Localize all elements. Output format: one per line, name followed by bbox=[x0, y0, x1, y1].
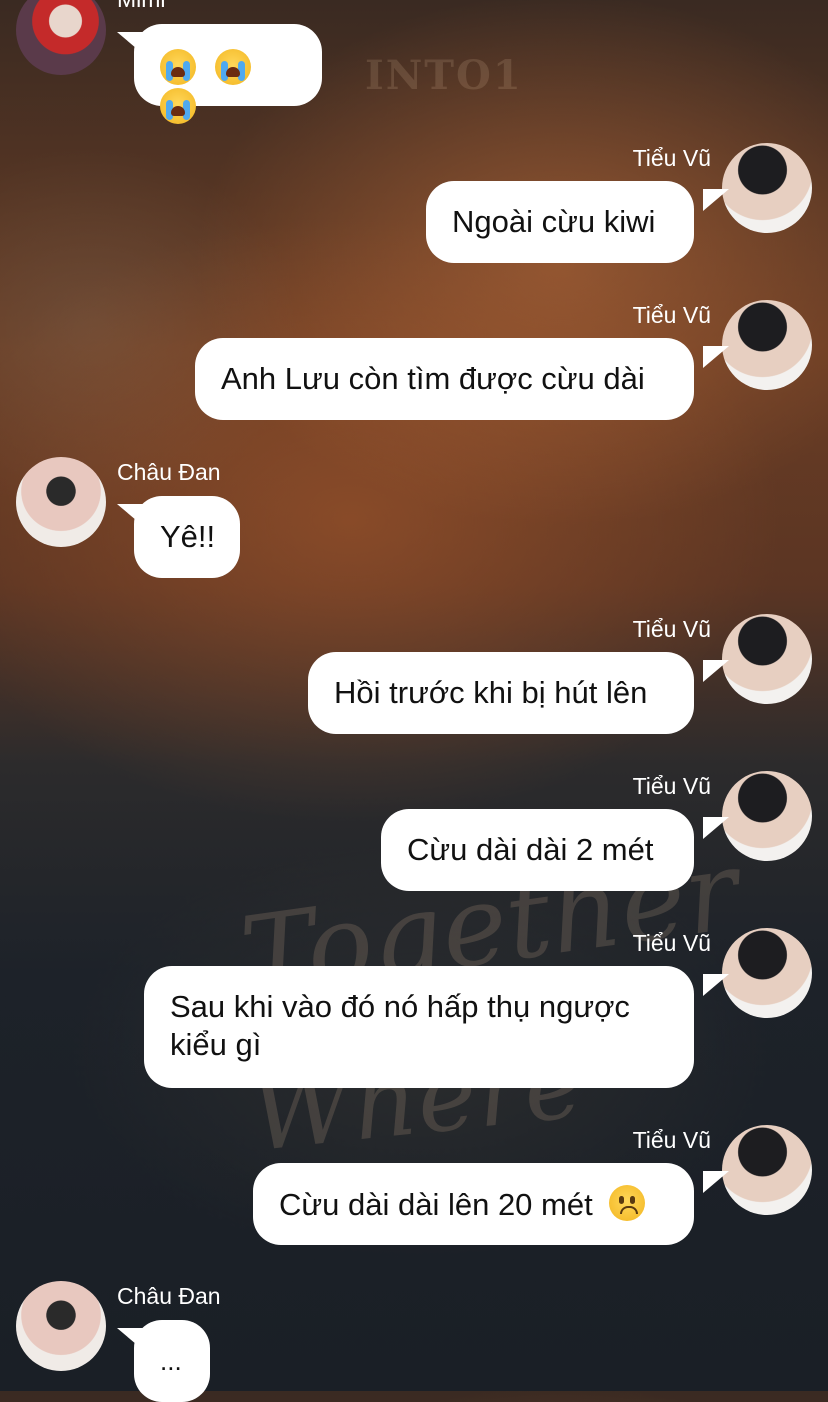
sender-name: Châu Đan bbox=[117, 1283, 221, 1309]
sender-name: Tiểu Vũ bbox=[632, 1127, 711, 1153]
sender-name: Tiểu Vũ bbox=[632, 616, 711, 642]
avatar-tieu-vu[interactable] bbox=[722, 143, 812, 233]
message-bubble[interactable]: Hồi trước khi bị hút lên bbox=[308, 652, 694, 734]
avatar-tieu-vu[interactable] bbox=[722, 614, 812, 704]
message-text-line-2: kiểu gì bbox=[170, 1027, 262, 1062]
message-text: Cừu dài dài 2 mét bbox=[407, 832, 654, 867]
message-bubble[interactable]: Yê!! bbox=[134, 496, 240, 578]
sender-name: Châu Đan bbox=[117, 459, 221, 485]
message-text: Cừu dài dài lên 20 mét bbox=[279, 1187, 593, 1222]
message-text: ... bbox=[160, 1346, 182, 1376]
message-bubble[interactable] bbox=[134, 24, 322, 124]
worried-face-emoji bbox=[609, 1185, 646, 1221]
message-text: Yê!! bbox=[160, 519, 216, 554]
crying-emoji-row bbox=[160, 46, 296, 124]
message-bubble[interactable]: ... bbox=[134, 1320, 210, 1402]
sender-name: Tiểu Vũ bbox=[632, 930, 711, 956]
crying-face-emoji bbox=[160, 87, 196, 124]
message-bubble[interactable]: Ngoài cừu kiwi bbox=[426, 181, 694, 263]
message-text: Hồi trước khi bị hút lên bbox=[334, 675, 648, 710]
avatar-tieu-vu[interactable] bbox=[722, 1125, 812, 1215]
message-bubble[interactable]: Anh Lưu còn tìm được cừu dài bbox=[195, 338, 694, 420]
message-text: Ngoài cừu kiwi bbox=[452, 204, 656, 239]
avatar-tieu-vu[interactable] bbox=[722, 928, 812, 1018]
message-text: Anh Lưu còn tìm được cừu dài bbox=[221, 361, 645, 396]
sender-name: Tiểu Vũ bbox=[632, 302, 711, 328]
avatar-chau-dan[interactable] bbox=[16, 1281, 106, 1371]
crying-face-emoji bbox=[160, 48, 196, 85]
sender-name: Tiểu Vũ bbox=[632, 145, 711, 171]
avatar-mimi[interactable] bbox=[16, 0, 106, 75]
message-bubble[interactable]: Cừu dài dài 2 mét bbox=[381, 809, 694, 891]
message-bubble[interactable]: Cừu dài dài lên 20 mét bbox=[253, 1163, 694, 1245]
crying-face-emoji bbox=[214, 48, 251, 85]
poster-logo-watermark: INTO1 bbox=[365, 52, 523, 99]
sender-name: Tiểu Vũ bbox=[632, 773, 711, 799]
message-bubble[interactable]: Sau khi vào đó nó hấp thụ ngược kiểu gì bbox=[144, 966, 694, 1088]
avatar-tieu-vu[interactable] bbox=[722, 300, 812, 390]
avatar-chau-dan[interactable] bbox=[16, 457, 106, 547]
message-text: Sau khi vào đó nó hấp thụ ngược bbox=[170, 989, 630, 1024]
avatar-tieu-vu[interactable] bbox=[722, 771, 812, 861]
sender-name: Mimi bbox=[117, 0, 166, 12]
